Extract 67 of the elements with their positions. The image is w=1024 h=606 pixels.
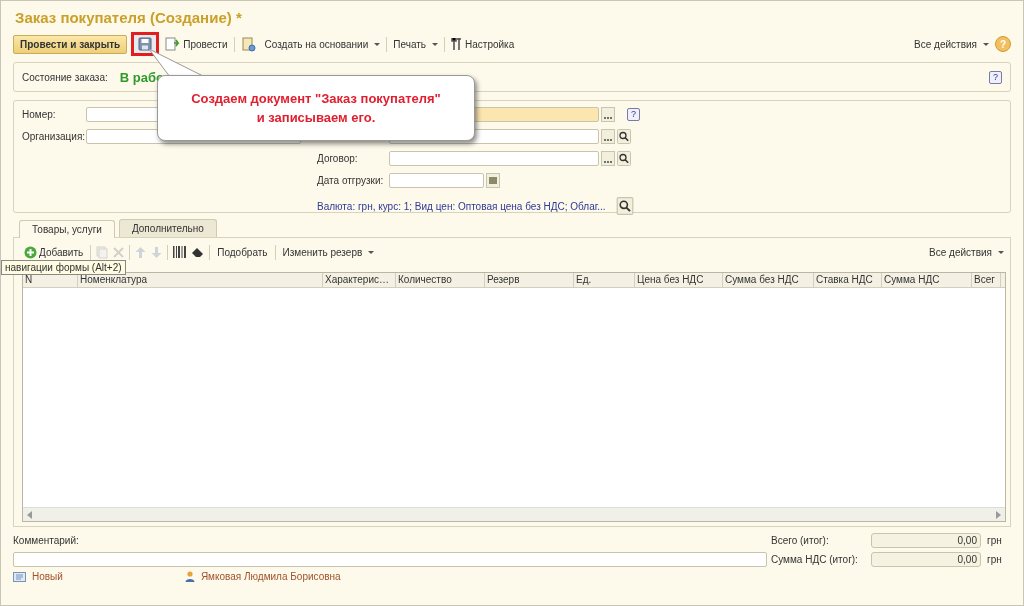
field-label: Организация: — [22, 130, 84, 142]
calendar-icon[interactable] — [486, 172, 500, 188]
field-label: Договор: — [317, 152, 359, 164]
caret-icon — [368, 250, 375, 254]
column-header[interactable]: Количество — [396, 273, 485, 287]
caret-icon — [983, 42, 989, 46]
caret-icon — [998, 250, 1004, 254]
window-title: Заказ покупателя (Создание) * — [15, 9, 243, 26]
column-header[interactable]: Цена без НДС — [635, 273, 723, 287]
prices-link[interactable]: Валюта: грн, курс: 1; Вид цен: Оптовая цена без НДС; Облаг... — [317, 200, 606, 212]
add-button[interactable]: Добавить — [22, 245, 86, 259]
comment-field[interactable] — [13, 552, 767, 567]
field-label: Комментарий: — [13, 535, 80, 546]
caret-icon — [374, 42, 381, 46]
search-icon[interactable] — [617, 150, 631, 166]
user-icon — [184, 571, 195, 582]
author-link[interactable]: Ямковая Людмила Борисовна — [200, 571, 341, 582]
help-button[interactable]: ? — [989, 70, 1002, 84]
eraser-icon[interactable] — [191, 246, 205, 258]
plus-circle-icon — [24, 245, 37, 259]
field-label: Всего (итог): — [771, 535, 830, 546]
toolbar-button[interactable]: Провести — [163, 37, 230, 51]
all-actions-menu[interactable]: Все действия — [927, 246, 1006, 258]
field-label: Номер: — [22, 108, 57, 120]
ellipsis-button[interactable] — [601, 106, 615, 122]
column-header[interactable]: Ставка НДС — [814, 273, 882, 287]
field-label: Сумма НДС (итог): — [771, 554, 859, 565]
scroll-left-icon[interactable] — [26, 511, 34, 519]
toolbar-menu-button[interactable]: Создать на основании — [262, 38, 383, 50]
column-header[interactable]: Резерв — [485, 273, 574, 287]
tab[interactable]: Товары, услуги — [19, 220, 115, 238]
column-header[interactable]: Сумма НДС — [882, 273, 972, 287]
field-label: Состояние заказа: — [22, 71, 108, 83]
horizontal-scrollbar[interactable] — [23, 507, 1005, 521]
document-icon — [241, 36, 256, 52]
column-header[interactable]: Сумма без НДС — [723, 273, 814, 287]
ellipsis-button[interactable] — [601, 128, 615, 144]
ship-date-field[interactable] — [389, 172, 484, 188]
toolbar-menu-button[interactable]: Печать — [391, 38, 441, 50]
search-icon[interactable] — [617, 128, 631, 144]
caret-icon — [432, 42, 439, 46]
scroll-right-icon[interactable] — [994, 511, 1002, 519]
column-header[interactable]: Всег — [972, 273, 1001, 287]
ellipsis-button[interactable] — [601, 150, 615, 166]
document-arrow-icon — [165, 37, 182, 51]
toolbar-icon-button[interactable] — [131, 32, 160, 56]
barcode-icon[interactable] — [173, 246, 187, 258]
pick-button[interactable]: Подобрать — [215, 246, 270, 258]
post-and-close-button[interactable]: Провести и закрыть — [13, 34, 128, 54]
navigation-tooltip: навигации формы (Alt+2) — [1, 260, 126, 275]
column-header[interactable]: Характерис… — [323, 273, 396, 287]
all-actions-menu[interactable]: Все действия — [912, 38, 991, 50]
toolbar-button[interactable]: Настройка — [449, 37, 517, 51]
tools-icon — [451, 37, 464, 51]
search-icon[interactable] — [615, 197, 636, 215]
currency-label: грн — [986, 535, 1003, 546]
currency-label: грн — [986, 554, 1003, 565]
contract-field[interactable] — [389, 150, 599, 166]
document-icon — [13, 571, 26, 582]
column-header[interactable]: Ед. — [574, 273, 635, 287]
total-field: 0,00 — [871, 533, 981, 548]
field-label: Дата отгрузки: — [317, 174, 385, 186]
tab[interactable]: Дополнительно — [118, 219, 217, 237]
document-status: Новый — [32, 571, 63, 582]
total-field: 0,00 — [871, 552, 981, 567]
change-reserve-menu[interactable]: Изменить резерв — [280, 246, 377, 258]
help-button[interactable]: ? — [627, 107, 640, 121]
